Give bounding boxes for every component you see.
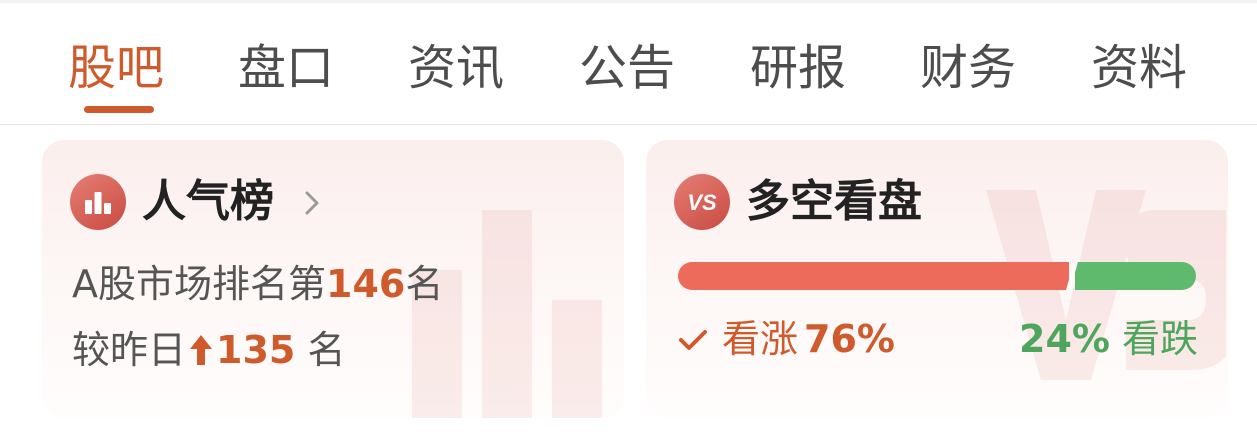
tab-divider: [0, 124, 1257, 125]
bull-percent: 76%: [804, 317, 895, 361]
market-rank: A股市场排名第146名: [72, 260, 443, 308]
bear-bar: [1075, 262, 1196, 290]
arrow-up-icon: [190, 335, 213, 365]
sentiment-card[interactable]: VS 多空看盘 看涨 76% 24% 看跌: [646, 140, 1228, 418]
change-suffix: 名: [307, 328, 346, 372]
tab-profile[interactable]: 资料: [1091, 36, 1187, 100]
tab-research[interactable]: 研报: [750, 36, 846, 100]
rank-value: 146: [326, 262, 406, 306]
bar-separator: [1066, 262, 1078, 290]
popularity-icon: [70, 174, 126, 230]
rank-prefix: A股市场排名第: [72, 262, 326, 306]
bear-label: 看跌: [1121, 317, 1198, 361]
change-value: 135: [216, 328, 296, 372]
change-prefix: 较昨日: [72, 328, 187, 372]
tab-announcements[interactable]: 公告: [579, 36, 675, 100]
popularity-title: 人气榜: [142, 176, 274, 227]
sentiment-title: 多空看盘: [746, 176, 922, 227]
tab-bar: 股吧 盘口 资讯 公告 研报 财务 资料: [0, 0, 1257, 124]
bull-bar: [678, 262, 1069, 290]
tab-guba[interactable]: 股吧: [68, 36, 164, 100]
sentiment-bar: [678, 262, 1196, 290]
tab-pankou[interactable]: 盘口: [238, 36, 334, 100]
bear-percent: 24%: [1019, 317, 1110, 361]
chevron-right-icon[interactable]: [304, 190, 320, 216]
bull-vote[interactable]: 看涨 76%: [678, 314, 895, 364]
active-tab-indicator: [84, 106, 154, 113]
bear-vote[interactable]: 24% 看跌: [1019, 314, 1198, 364]
vs-icon: VS: [674, 174, 730, 230]
rank-suffix: 名: [405, 262, 444, 306]
vs-icon-text: VS: [687, 190, 717, 215]
tab-finance[interactable]: 财务: [920, 36, 1016, 100]
tab-news[interactable]: 资讯: [408, 36, 504, 100]
check-icon: [679, 330, 707, 350]
bull-label: 看涨: [722, 317, 799, 361]
popularity-card[interactable]: 人气榜 A股市场排名第146名 较昨日 135 名: [42, 140, 624, 418]
rank-change: 较昨日 135 名: [72, 326, 345, 374]
